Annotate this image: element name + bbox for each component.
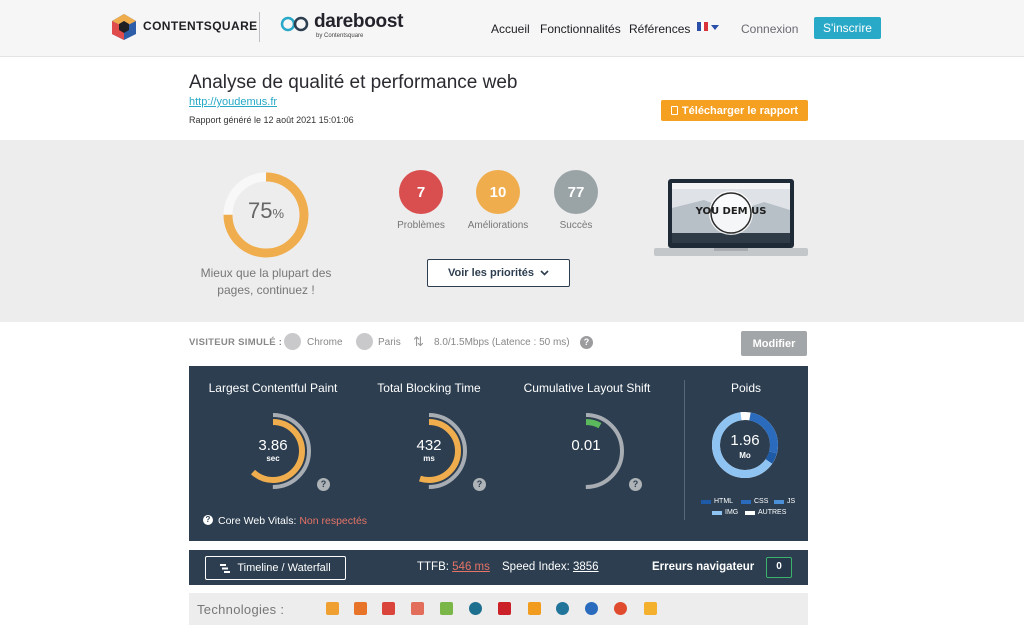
nav-fonctionnalites[interactable]: Fonctionnalités [540,22,621,36]
header-divider [259,12,260,42]
help-icon[interactable]: ? [317,478,330,491]
cms-icon[interactable] [354,602,367,615]
nav-accueil[interactable]: Accueil [491,22,530,36]
tbt-unit: ms [423,454,435,463]
weight-value: 1.96 [730,432,760,449]
score-value: 75% [247,198,285,223]
help-icon[interactable]: ? [580,336,593,349]
successes-count-badge[interactable]: 77 [554,170,598,214]
cls-value: 0.01 [571,437,601,454]
legend-js: JS [774,498,795,505]
weight-title: Poids [730,381,762,395]
cdn-icon[interactable] [585,602,598,615]
weight-unit: Mo [739,451,751,460]
php-icon[interactable] [644,602,657,615]
speed-index-value-link[interactable]: 3856 [573,561,599,573]
view-priorities-button[interactable]: Voir les priorités [427,259,570,287]
yoast-icon[interactable] [528,602,541,615]
cls-title: Cumulative Layout Shift [523,381,651,395]
download-report-label: Télécharger le rapport [681,104,799,117]
browser-errors-count[interactable]: 0 [766,557,792,578]
ttfb-value-link[interactable]: 546 ms [452,561,490,573]
analytics-icon[interactable] [411,602,424,615]
screenshot-caption: YOU DEM US [695,206,767,217]
ttfb: TTFB: 546 ms [417,561,490,573]
panel-divider [684,380,685,520]
tbt-title: Total Blocking Time [377,381,481,395]
signup-button[interactable]: S'inscrire [814,17,881,39]
legend-img: IMG [712,509,738,516]
page-screenshot-laptop[interactable]: YOU DEM US [654,178,808,258]
login-link[interactable]: Connexion [741,22,798,36]
browser-name: Chrome [307,337,343,348]
globe-icon [356,333,373,350]
simulated-visitor-label: VISITEUR SIMULÉ : [189,337,283,348]
tbt-value: 432 [416,437,442,454]
wordpress-icon[interactable] [556,602,569,615]
modify-visitor-button[interactable]: Modifier [741,331,807,356]
city-name: Paris [378,337,401,348]
maps-icon[interactable] [440,602,453,615]
font-icon[interactable] [382,602,395,615]
problems-label: Problèmes [397,220,445,231]
cloud-icon[interactable] [614,602,627,615]
tracking-icon[interactable] [469,602,482,615]
contentsquare-logo-icon[interactable] [111,13,137,41]
help-icon[interactable]: ? [473,478,486,491]
problems-count-badge[interactable]: 7 [399,170,443,214]
report-generated-date: Rapport généré le 12 août 2021 15:01:06 [189,115,354,125]
speed-index: Speed Index: 3856 [502,561,599,573]
bandwidth-arrows-icon: ⇅ [413,334,424,349]
chrome-icon [284,333,301,350]
waterfall-icon [220,563,231,573]
browser-errors-label: Erreurs navigateur [652,561,755,573]
download-report-button[interactable]: Télécharger le rapport [661,100,808,121]
core-web-vitals-status: Core Web Vitals: Non respectés [218,515,368,527]
dareboost-subtitle: by Contentsquare [316,33,364,39]
chevron-down-icon [540,270,549,276]
dareboost-logo-icon[interactable] [280,14,310,32]
document-icon [670,106,678,115]
page-title: Analyse de qualité et performance web [189,72,518,93]
technologies-label: Technologies : [197,602,285,617]
jquery-icon[interactable] [326,602,339,615]
analyzed-url-link[interactable]: http://youdemus.fr [189,96,277,108]
help-icon[interactable]: ? [203,515,213,525]
improvements-label: Améliorations [467,220,529,231]
legend-other: AUTRES [745,509,786,516]
connection-speed: 8.0/1.5Mbps (Latence : 50 ms) [434,337,570,348]
chevron-down-icon[interactable] [711,25,719,30]
timeline-waterfall-label: Timeline / Waterfall [237,562,331,574]
french-flag-icon[interactable] [697,22,709,31]
lcp-title: Largest Contentful Paint [208,381,338,395]
view-priorities-label: Voir les priorités [448,267,534,279]
successes-label: Succès [559,220,593,231]
lcp-unit: sec [266,454,280,463]
lcp-value: 3.86 [258,437,288,454]
dareboost-brand[interactable]: dareboost [314,11,403,33]
summary-band [0,140,1024,322]
legend-css: CSS [741,498,768,505]
pinterest-icon[interactable] [498,602,511,615]
legend-html: HTML [701,498,733,505]
nav-references[interactable]: Références [629,22,690,36]
help-icon[interactable]: ? [629,478,642,491]
timeline-waterfall-button[interactable]: Timeline / Waterfall [205,556,346,580]
score-message: Mieux que la plupart des pages, continue… [200,266,332,297]
improvements-count-badge[interactable]: 10 [476,170,520,214]
contentsquare-brand[interactable]: CONTENTSQUARE [143,19,258,33]
